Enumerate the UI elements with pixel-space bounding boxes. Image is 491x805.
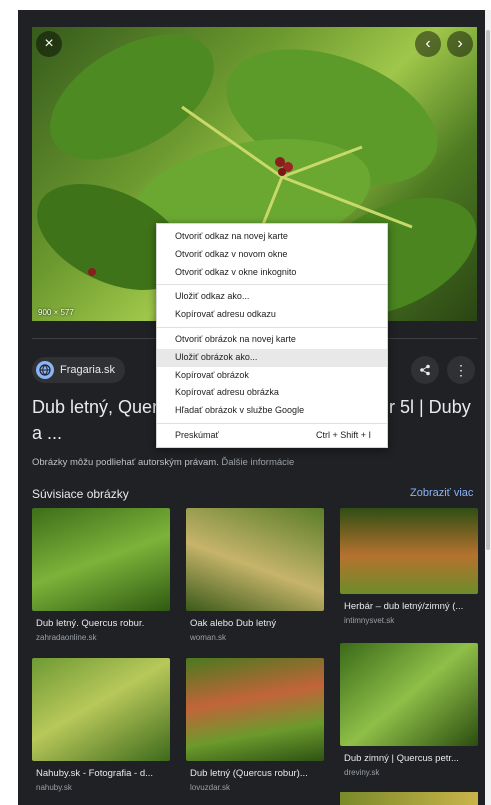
related-source: woman.sk <box>190 633 227 642</box>
related-title: Dub zimný | Quercus petr... <box>344 753 459 764</box>
close-icon[interactable]: × <box>36 31 62 57</box>
menu-item-save-image-as[interactable]: Uložiť obrázok ako... <box>157 348 387 367</box>
related-source: lovuzdar.sk <box>190 783 231 792</box>
related-image-3[interactable]: Herbár – dub letný/zimný (... intimnysve… <box>340 508 478 643</box>
next-image-icon[interactable]: › <box>447 31 473 57</box>
menu-item-label: Preskúmať <box>175 429 219 440</box>
related-image-2[interactable]: Oak alebo Dub letný woman.sk <box>186 508 324 648</box>
learn-more-link[interactable]: Ďalšie informácie <box>221 457 294 468</box>
related-title: Dub letný (Quercus robur)... <box>190 768 308 779</box>
thumbnail <box>186 658 324 761</box>
menu-item-search-image-google[interactable]: Hľadať obrázok v službe Google <box>157 402 387 420</box>
copyright-notice: Obrázky môžu podliehať autorským právam.… <box>32 457 294 468</box>
context-menu: Otvoriť odkaz na novej karte Otvoriť odk… <box>156 223 388 448</box>
title-tail: r 5l | Duby <box>389 397 471 417</box>
related-image-4[interactable]: Nahuby.sk - Fotografia - d... nahuby.sk <box>32 658 170 798</box>
thumbnail <box>32 658 170 761</box>
thumbnail <box>340 643 478 746</box>
scrollbar-thumb[interactable] <box>486 30 490 550</box>
thumbnail <box>340 508 478 594</box>
related-heading: Súvisiace obrázky <box>32 487 129 501</box>
menu-item-copy-link-address[interactable]: Kopírovať adresu odkazu <box>157 306 387 324</box>
menu-separator <box>157 284 387 286</box>
menu-item-copy-image-address[interactable]: Kopírovať adresu obrázka <box>157 384 387 402</box>
copyright-text: Obrázky môžu podliehať autorským právam. <box>32 457 219 468</box>
thumbnail <box>32 508 170 611</box>
share-icon[interactable] <box>411 356 439 384</box>
menu-item-inspect[interactable]: Preskúmať Ctrl + Shift + I <box>157 427 387 445</box>
globe-icon <box>36 361 54 379</box>
image-dimensions: 900 × 577 <box>38 308 74 317</box>
menu-item-save-link-as[interactable]: Uložiť odkaz ako... <box>157 288 387 306</box>
show-more-link[interactable]: Zobraziť viac <box>410 487 473 499</box>
related-image-5[interactable]: Dub letný (Quercus robur)... lovuzdar.sk <box>186 658 324 798</box>
related-image-7-partial[interactable] <box>340 792 478 805</box>
menu-item-open-link-incognito[interactable]: Otvoriť odkaz v okne inkognito <box>157 264 387 282</box>
source-chip[interactable]: Fragaria.sk <box>32 357 126 383</box>
related-title: Oak alebo Dub letný <box>190 618 277 629</box>
menu-item-open-link-new-tab[interactable]: Otvoriť odkaz na novej karte <box>157 228 387 246</box>
related-title: Herbár – dub letný/zimný (... <box>344 601 464 612</box>
related-source: zahradaonline.sk <box>36 633 97 642</box>
related-source: nahuby.sk <box>36 783 72 792</box>
menu-separator <box>157 326 387 328</box>
related-source: dreviny.sk <box>344 768 380 777</box>
menu-item-open-link-new-window[interactable]: Otvoriť odkaz v novom okne <box>157 246 387 264</box>
source-name: Fragaria.sk <box>60 364 116 376</box>
previous-image-icon[interactable]: ‹ <box>415 31 441 57</box>
menu-item-shortcut: Ctrl + Shift + I <box>315 429 371 440</box>
menu-separator <box>157 422 387 424</box>
menu-item-copy-image[interactable]: Kopírovať obrázok <box>157 367 387 385</box>
thumbnail <box>186 508 324 611</box>
menu-item-open-image-new-tab[interactable]: Otvoriť obrázok na novej karte <box>157 331 387 349</box>
related-image-6[interactable]: Dub zimný | Quercus petr... dreviny.sk <box>340 643 478 783</box>
related-source: intimnysvet.sk <box>344 616 395 625</box>
more-options-icon[interactable]: ⋮ <box>447 356 475 384</box>
related-title: Nahuby.sk - Fotografia - d... <box>36 768 154 779</box>
related-image-1[interactable]: Dub letný. Quercus robur. zahradaonline.… <box>32 508 170 648</box>
related-title: Dub letný. Quercus robur. <box>36 618 145 629</box>
